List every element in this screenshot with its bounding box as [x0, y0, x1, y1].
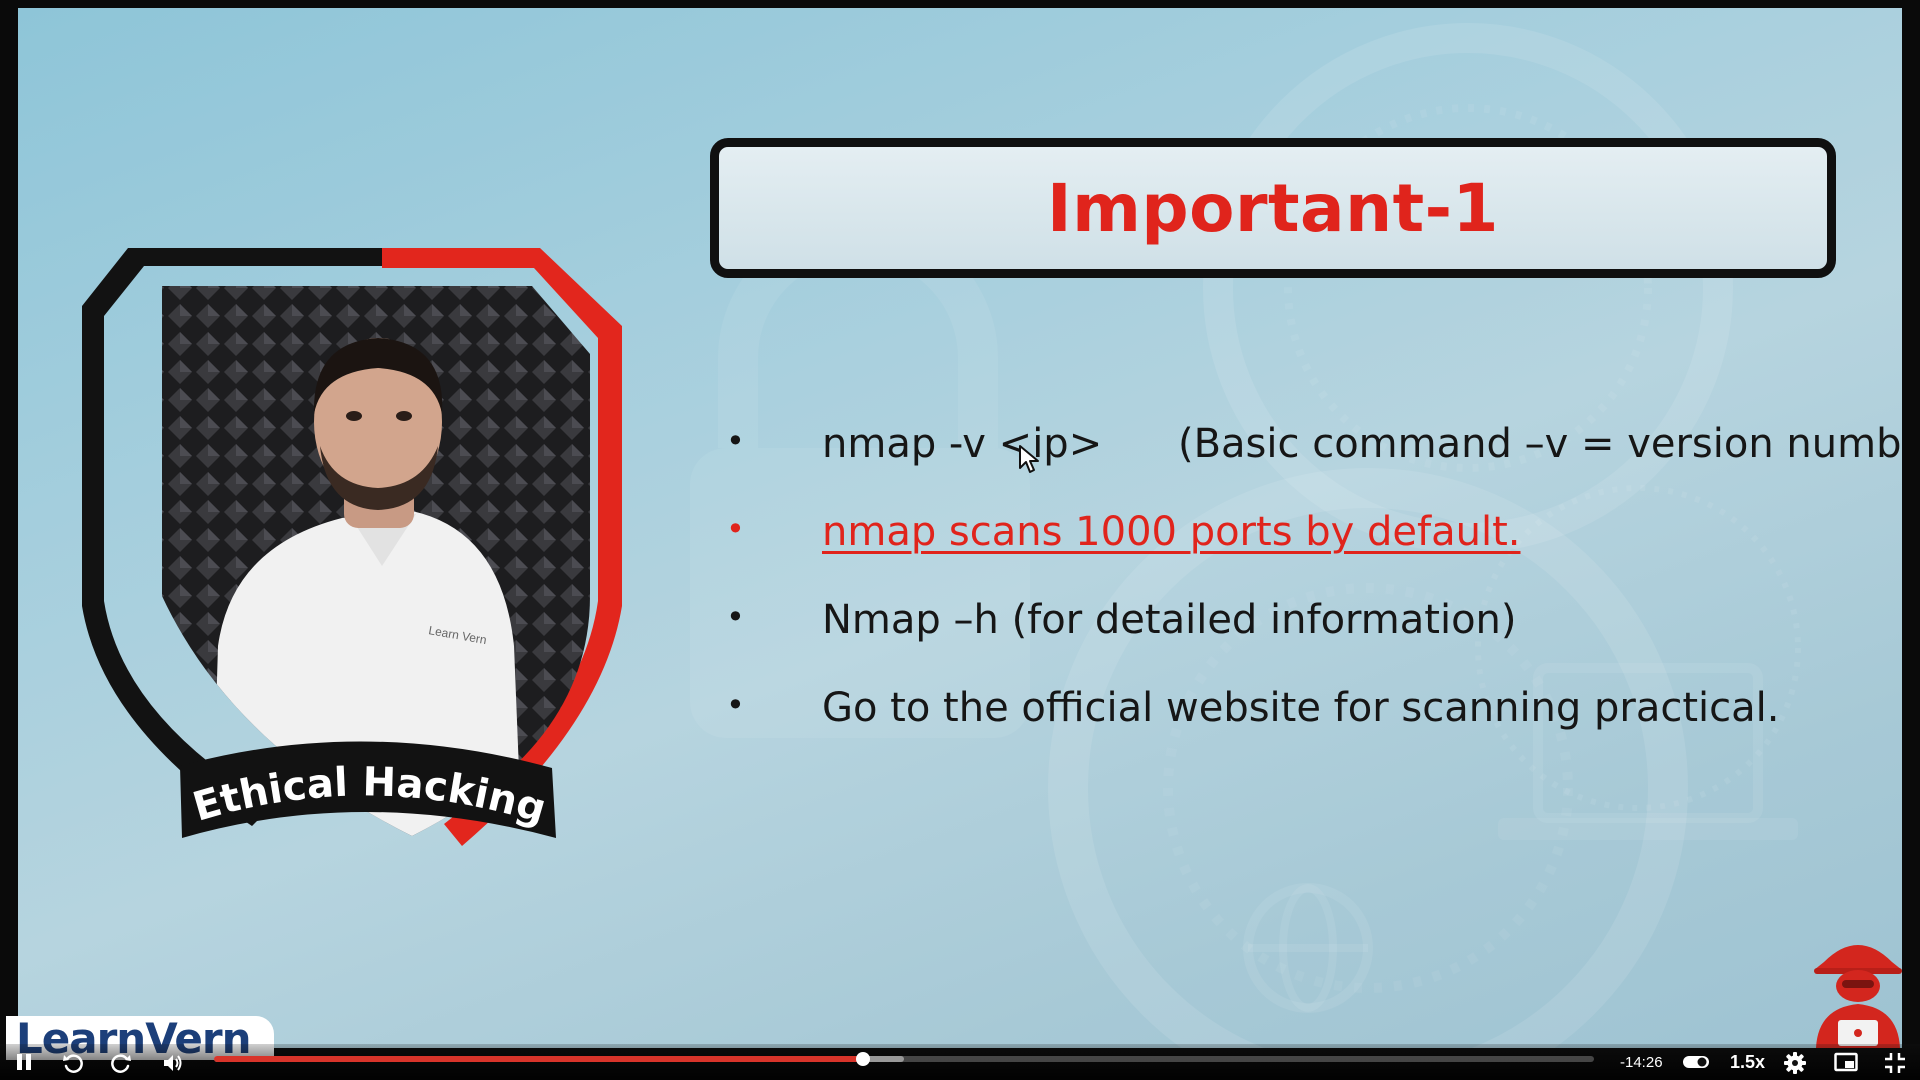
captions-toggle-icon[interactable]	[1682, 1054, 1710, 1070]
video-frame[interactable]: Important-1 • nmap -v <ip> (Basic comman…	[18, 8, 1902, 1048]
settings-gear-icon[interactable]	[1784, 1052, 1806, 1074]
playback-speed-button[interactable]: 1.5x	[1730, 1052, 1765, 1073]
player-control-bar: -14:26 1.5x	[0, 1044, 1920, 1080]
bullet-text: nmap scans 1000 ports by default.	[822, 509, 1521, 555]
bullet-item-highlighted: • nmap scans 1000 ports by default.	[708, 488, 1898, 576]
bullet-item: • Go to the official website for scannin…	[708, 664, 1898, 752]
mouse-cursor-icon	[1019, 445, 1039, 473]
rewind-icon[interactable]	[62, 1052, 84, 1074]
fullscreen-exit-icon[interactable]	[1884, 1052, 1906, 1074]
bullet-text: nmap -v <ip>	[822, 421, 1103, 467]
bullet-text: Go to the official website for scanning …	[822, 685, 1780, 731]
pause-icon[interactable]	[14, 1052, 34, 1072]
video-player[interactable]: Important-1 • nmap -v <ip> (Basic comman…	[0, 0, 1920, 1080]
volume-icon[interactable]	[162, 1052, 184, 1074]
pip-icon[interactable]	[1834, 1052, 1858, 1072]
bullet-item: • Nmap –h (for detailed information)	[708, 576, 1898, 664]
bullet-marker: •	[726, 510, 745, 548]
progress-scrubber-handle[interactable]	[855, 1052, 870, 1066]
bullet-item: • nmap -v <ip> (Basic command –v = versi…	[708, 400, 1902, 488]
progress-played	[214, 1056, 863, 1062]
progress-bar[interactable]	[214, 1052, 1594, 1066]
bullet-text: Nmap –h (for detailed information)	[822, 597, 1517, 643]
slide-title-box: Important-1	[710, 138, 1836, 278]
bullet-note: (Basic command –v = version number)	[1178, 421, 1902, 467]
bullet-marker: •	[726, 598, 745, 636]
presenter-shield: Learn Vern Ethical Hacking	[82, 248, 622, 846]
time-remaining: -14:26	[1620, 1054, 1663, 1071]
hacker-icon	[1814, 945, 1902, 1048]
bullet-marker: •	[726, 422, 745, 460]
slide-title: Important-1	[1047, 169, 1499, 247]
forward-icon[interactable]	[110, 1052, 132, 1074]
bullet-list: • nmap -v <ip> (Basic command –v = versi…	[708, 400, 1902, 752]
bullet-marker: •	[726, 686, 745, 724]
